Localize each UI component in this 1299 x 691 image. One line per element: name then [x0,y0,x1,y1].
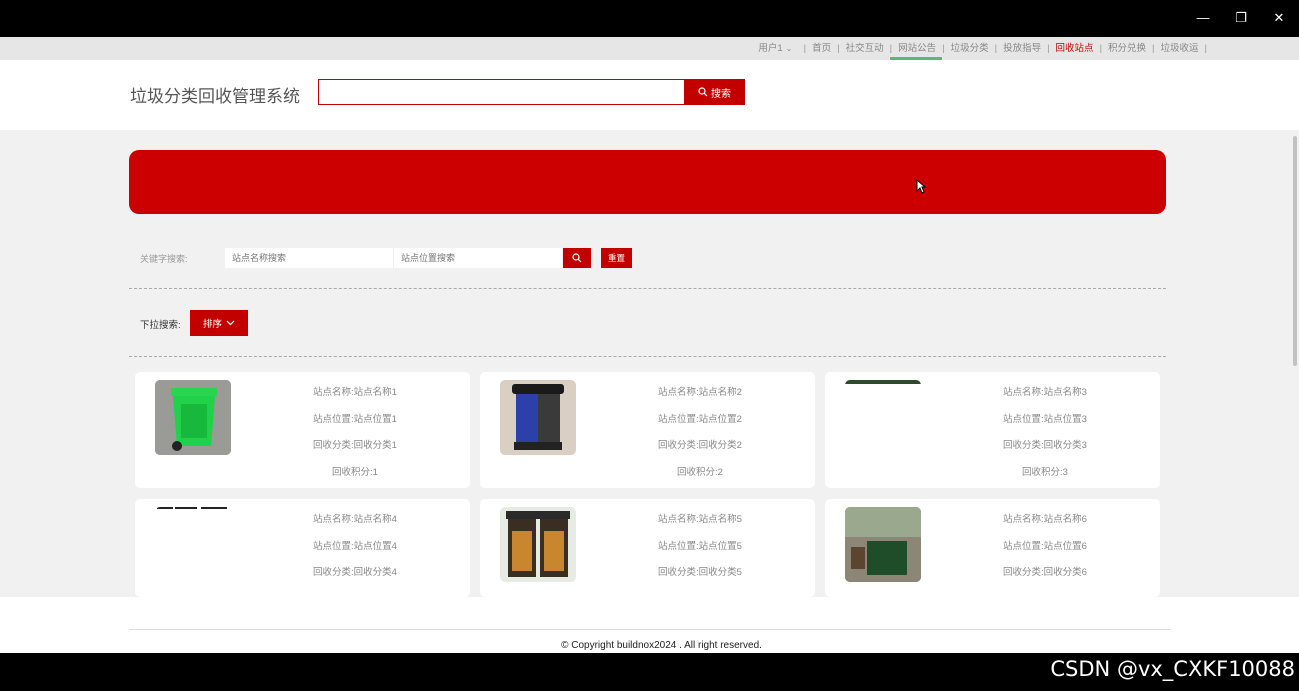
station-name: 站点名称:站点名称3 [1003,387,1087,398]
banner [129,150,1166,214]
mouse-cursor-icon [916,179,926,194]
station-card[interactable]: 站点名称:站点名称2 站点位置:站点位置2 回收分类:回收分类2 回收积分:2 [480,372,815,488]
reset-button[interactable]: 重置 [601,248,632,268]
station-category: 回收分类:回收分类3 [1003,440,1087,451]
station-image [155,507,231,582]
search-icon [698,87,708,97]
dropdown-label: 下拉搜索: [140,320,181,331]
station-category: 回收分类:回收分类6 [1003,567,1087,578]
station-location: 站点位置:站点位置4 [313,540,397,552]
station-points: 回收积分:3 [1022,466,1068,478]
station-category: 回收分类:回收分类1 [313,440,397,451]
station-image [845,507,921,582]
station-name: 站点名称:站点名称6 [1003,514,1087,525]
station-image [155,380,231,455]
scrollbar[interactable] [1293,136,1297,366]
station-location: 站点位置:站点位置1 [313,413,397,425]
copyright-text: © Copyright buildnox2024 . All right res… [561,640,762,651]
watermark-text: CSDN @vx_CXKF10088 [1050,657,1295,681]
search-input[interactable] [318,79,685,105]
keyword-label: 关键字搜索: [140,254,188,264]
browser-viewport: 用户1 ⌄ | 首页 | 社交互动 | 网站公告 | 垃圾分类 | 投放指导 | … [0,37,1299,653]
nav-item-home[interactable]: 首页 [812,37,831,60]
station-points: 回收积分:1 [332,466,378,478]
divider [129,288,1166,289]
station-name: 站点名称:站点名称5 [658,514,742,525]
search-button-label: 搜索 [711,88,731,100]
divider [129,356,1166,357]
search-button[interactable]: 搜索 [684,79,745,105]
nav-item-social[interactable]: 社交互动 [846,37,884,60]
station-name: 站点名称:站点名称4 [313,514,397,525]
station-image [500,507,576,582]
station-card[interactable]: 站点名称:站点名称3 站点位置:站点位置3 回收分类:回收分类3 回收积分:3 [825,372,1160,488]
nav-item-stations[interactable]: 回收站点 [1056,37,1094,60]
filter-search-button[interactable] [563,248,591,268]
chevron-down-icon: ⌄ [785,44,793,53]
station-card[interactable]: 站点名称:站点名称6 站点位置:站点位置6 回收分类:回收分类6 [825,499,1160,597]
sort-dropdown-button[interactable]: 排序 [190,310,248,336]
search-icon [572,253,582,263]
station-location-input[interactable] [394,248,562,268]
station-points: 回收积分:2 [677,466,723,478]
sort-button-label: 排序 [202,319,222,330]
close-icon[interactable]: ✕ [1264,6,1294,30]
user-menu[interactable]: 用户1 ⌄ [758,37,792,60]
nav-item-guide[interactable]: 投放指导 [1003,37,1041,60]
station-category: 回收分类:回收分类2 [658,440,742,451]
footer-divider [129,629,1171,630]
station-name: 站点名称:站点名称2 [658,387,742,398]
station-card[interactable]: 站点名称:站点名称5 站点位置:站点位置5 回收分类:回收分类5 [480,499,815,597]
site-header: 垃圾分类回收管理系统 搜索 [0,60,1299,130]
maximize-icon[interactable]: ❐ [1226,6,1256,30]
site-brand: 垃圾分类回收管理系统 [130,87,300,106]
station-location: 站点位置:站点位置2 [658,413,742,425]
station-location: 站点位置:站点位置6 [1003,540,1087,552]
nav-item-classification[interactable]: 垃圾分类 [951,37,989,60]
nav-item-points[interactable]: 积分兑换 [1108,37,1146,60]
top-nav: 用户1 ⌄ | 首页 | 社交互动 | 网站公告 | 垃圾分类 | 投放指导 | … [0,37,1299,60]
station-location: 站点位置:站点位置5 [658,540,742,552]
nav-item-collection[interactable]: 垃圾收运 [1161,37,1199,60]
station-image [845,380,921,455]
chevron-down-icon [226,320,235,326]
nav-item-announcements[interactable]: 网站公告 [890,37,943,60]
station-category: 回收分类:回收分类5 [658,567,742,578]
window-titlebar: — ❐ ✕ [0,0,1299,37]
station-category: 回收分类:回收分类4 [313,567,397,578]
minimize-icon[interactable]: — [1188,6,1218,30]
station-image [500,380,576,455]
station-card[interactable]: 站点名称:站点名称1 站点位置:站点位置1 回收分类:回收分类1 回收积分:1 [135,372,470,488]
station-location: 站点位置:站点位置3 [1003,413,1087,425]
station-name-input[interactable] [225,248,393,268]
station-name: 站点名称:站点名称1 [313,387,397,398]
station-card[interactable]: 站点名称:站点名称4 站点位置:站点位置4 回收分类:回收分类4 [135,499,470,597]
